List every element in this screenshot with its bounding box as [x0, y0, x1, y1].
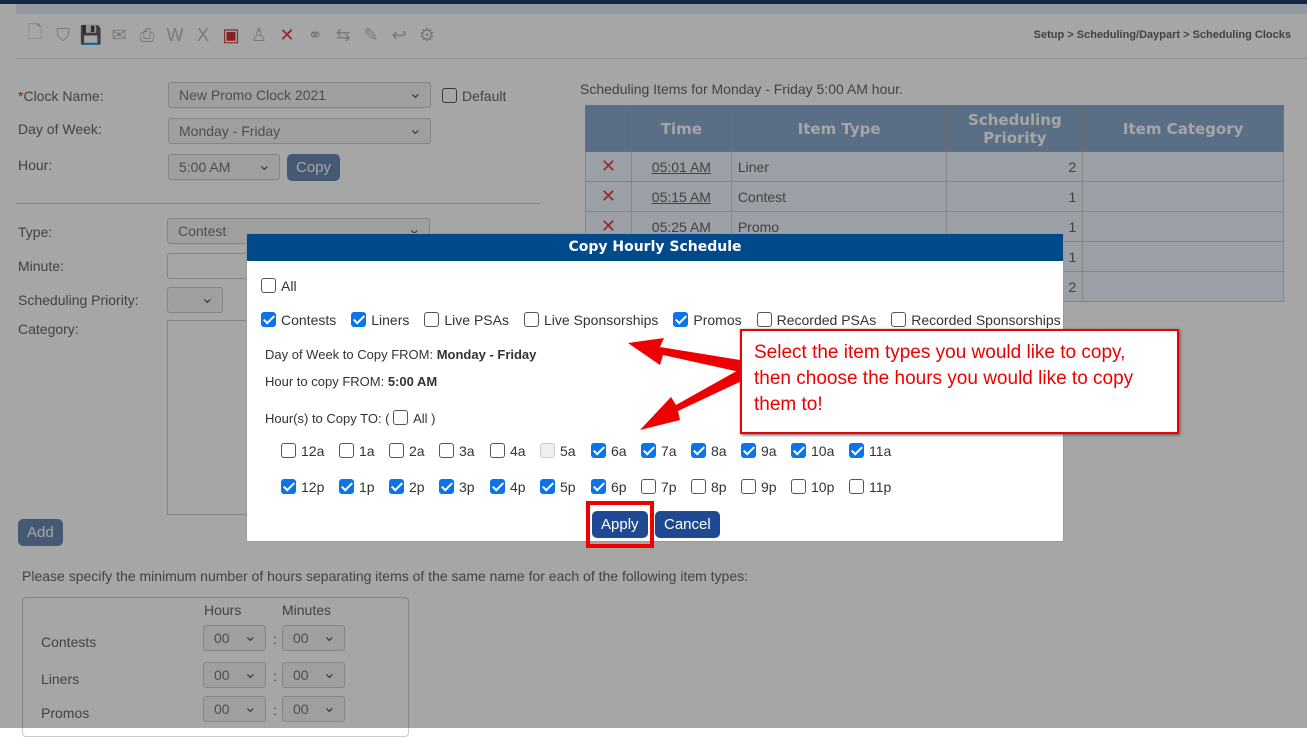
- arrow-to-types: [628, 338, 740, 372]
- annotation-callout: Select the item types you would like to …: [740, 329, 1179, 434]
- arrow-to-hours: [640, 368, 748, 430]
